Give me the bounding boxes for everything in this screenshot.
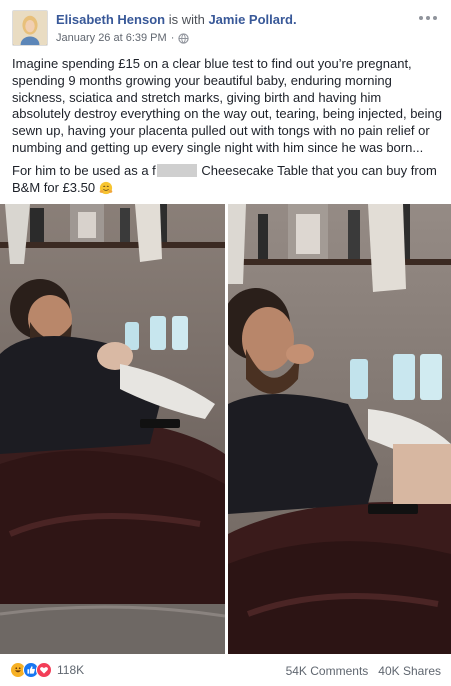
more-options-icon[interactable] [416, 10, 440, 26]
love-icon [36, 662, 52, 678]
comments-count[interactable]: 54K Comments [286, 664, 369, 678]
with-text: is with [168, 12, 205, 27]
post-paragraph-2: For him to be used as a f Cheesecake Tab… [12, 163, 442, 197]
post-paragraph-1: Imagine spending £15 on a clear blue tes… [12, 56, 442, 155]
post-footer: 118K 54K Comments 40K Shares [10, 660, 441, 680]
author-avatar[interactable] [12, 10, 48, 46]
author-name[interactable]: Elisabeth Henson [56, 12, 165, 27]
post-timestamp[interactable]: January 26 at 6:39 PM [56, 32, 167, 44]
reactions-summary[interactable]: 118K [10, 662, 84, 678]
post-text: Imagine spending £15 on a clear blue tes… [12, 56, 442, 196]
photo-right[interactable] [228, 204, 451, 654]
redaction-bar [156, 163, 197, 177]
author-line: Elisabeth Henson is with Jamie Pollard. [56, 12, 297, 27]
avatar-image [13, 11, 47, 45]
post-meta: January 26 at 6:39 PM · [56, 32, 190, 44]
reaction-count: 118K [57, 663, 85, 677]
post-header: Elisabeth Henson is with Jamie Pollard. … [12, 10, 440, 50]
photo-left[interactable] [0, 204, 225, 654]
engagement-stats: 54K Comments 40K Shares [286, 664, 441, 678]
hugging-face-emoji-icon [99, 181, 113, 194]
paragraph-2-start: For him to be used as a f [12, 162, 156, 178]
shares-count[interactable]: 40K Shares [378, 664, 441, 678]
meta-separator: · [170, 32, 175, 44]
tagged-name[interactable]: Jamie Pollard. [208, 12, 296, 27]
photo-grid [0, 204, 451, 654]
globe-icon[interactable] [178, 32, 190, 44]
post-card: Elisabeth Henson is with Jamie Pollard. … [0, 0, 451, 686]
